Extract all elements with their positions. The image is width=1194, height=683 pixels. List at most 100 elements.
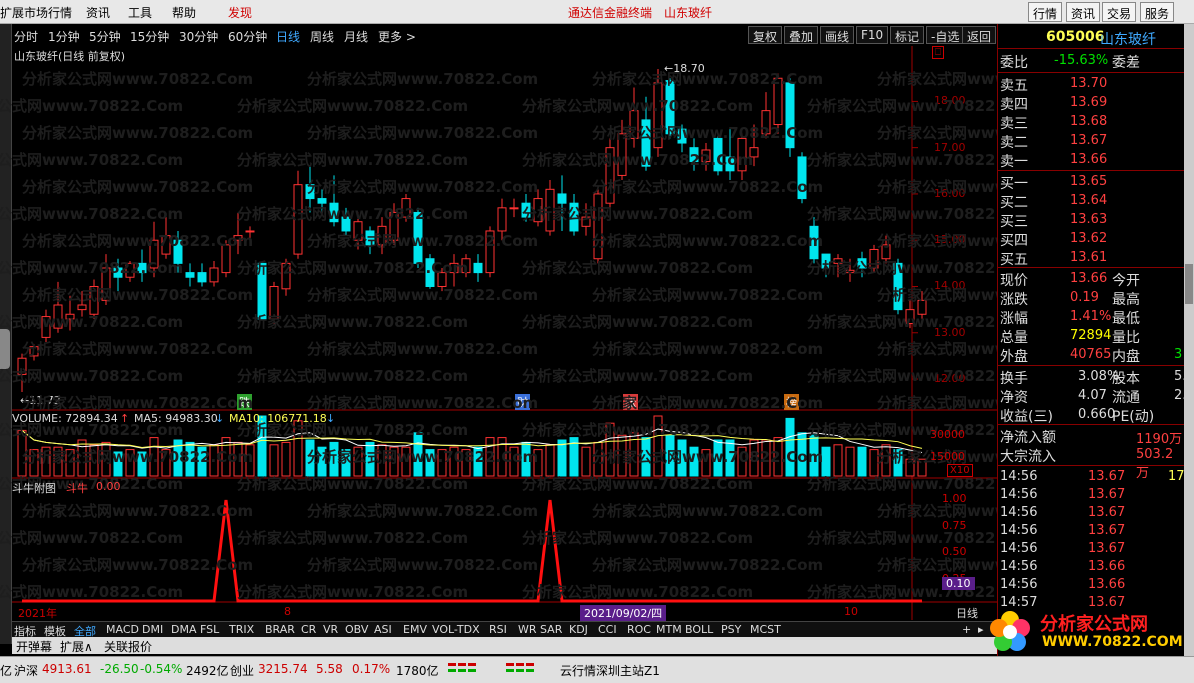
indicator-tab-mcst[interactable]: MCST — [750, 623, 781, 636]
watermark-text: 分析家公式网www.70822.Com — [22, 178, 254, 196]
stat-label-2: 今开 — [1112, 273, 1140, 289]
watermark-text: 分析家公式网www.70822.Com — [22, 556, 254, 574]
indicator-tab-boll[interactable]: BOLL — [685, 623, 713, 636]
period-tab-5min[interactable]: 5分钟 — [89, 28, 121, 45]
indicator-tab-rsi[interactable]: RSI — [489, 623, 507, 636]
bid-row: 买三 13.63 — [998, 211, 1185, 230]
bid-row: 买四 13.62 — [998, 230, 1185, 249]
indicator-tab-sar[interactable]: SAR — [540, 623, 562, 636]
index2-name[interactable]: 创业 — [230, 662, 254, 679]
mark-button[interactable]: 标记 — [890, 26, 925, 44]
adjust-button[interactable]: 复权 — [748, 26, 783, 44]
volume-bar — [821, 446, 831, 477]
stock-title-link[interactable]: 山东玻纤 — [664, 4, 712, 21]
period-tab-daily[interactable]: 日线 — [276, 28, 300, 45]
indicator-tab-macd[interactable]: MACD — [106, 623, 139, 636]
scrollbar-thumb[interactable] — [1185, 264, 1193, 304]
watermark-text: 分析家公式网www.70822.Com — [522, 421, 754, 439]
indicator-tab-roc[interactable]: ROC — [627, 623, 651, 636]
volume-tick-15000: 15000 — [930, 450, 965, 463]
ask-row: 卖二 13.67 — [998, 132, 1185, 151]
menu-item-help[interactable]: 帮助 — [172, 4, 196, 21]
indicator-tab-obv[interactable]: OBV — [345, 623, 368, 636]
panel-divider — [998, 365, 1185, 366]
indicator-add-icon[interactable]: + — [962, 623, 971, 636]
bid-label: 买一 — [1000, 176, 1028, 192]
menu-item-tools[interactable]: 工具 — [128, 4, 152, 21]
watermark-text: 分析家公式网www.70822.Com — [307, 448, 539, 466]
collapse-handle-icon[interactable] — [0, 329, 10, 369]
trade-button[interactable]: 交易 — [1102, 2, 1137, 22]
indicator-tab-cci[interactable]: CCI — [598, 623, 617, 636]
news-button[interactable]: 资讯 — [1066, 2, 1101, 22]
status-lead: 亿 — [0, 664, 13, 678]
menu-item-market[interactable]: 扩展市场行情 — [0, 4, 72, 21]
panel-divider — [998, 267, 1185, 268]
indicator-tab-emv[interactable]: EMV — [403, 623, 427, 636]
menu-item-discover[interactable]: 发现 — [228, 4, 252, 21]
indicator-tab-brar[interactable]: BRAR — [265, 623, 295, 636]
volume-bar — [581, 446, 591, 477]
indicator-tick-075: 0.75 — [942, 519, 967, 532]
indicator-tab-dmi[interactable]: DMI — [142, 623, 163, 636]
period-tab-monthly[interactable]: 月线 — [344, 28, 368, 45]
watermark-text: 分析家公式网www.70822.Com — [22, 394, 254, 412]
period-tab-more[interactable]: 更多 > — [378, 28, 416, 45]
scrollbar[interactable] — [1184, 24, 1194, 656]
service-button[interactable]: 服务 — [1140, 2, 1175, 22]
watermark-text: 分析家公式网www.70822.Com — [0, 529, 184, 547]
watermark-text: 分析家公式网www.70822.Com — [592, 232, 824, 250]
indicator-tab-asi[interactable]: ASI — [374, 623, 392, 636]
f10-button[interactable]: F10 — [856, 26, 889, 44]
watermark-text: 分析家公式网www.70822.Com — [522, 259, 754, 277]
chart-area[interactable]: 山东玻纤(日线 前复权) ←18.70 ←11.72 ⎕ 18.00 17.00 1… — [0, 46, 1108, 621]
watermark-text: 分析家公式网www.70822.Com — [237, 205, 469, 223]
period-tab-60min[interactable]: 60分钟 — [228, 28, 267, 45]
danmaku-tab[interactable]: 开弹幕 — [16, 638, 52, 655]
chart-corner-marker: ⎕ — [932, 46, 944, 59]
extend-tab[interactable]: 扩展∧ — [60, 638, 93, 655]
terminal-title-link[interactable]: 通达信金融终端 — [568, 4, 652, 21]
watchlist-button[interactable]: -自选 — [926, 26, 965, 44]
flow-label: 净流入额 — [1000, 430, 1056, 446]
period-tab-30min[interactable]: 30分钟 — [179, 28, 218, 45]
bid-price: 13.65 — [1070, 174, 1108, 189]
draw-line-button[interactable]: 画线 — [820, 26, 855, 44]
quote-button[interactable]: 行情 — [1028, 2, 1063, 22]
index1-name[interactable]: 沪深 — [14, 662, 38, 679]
indicator-tab-vr[interactable]: VR — [323, 623, 338, 636]
indicator-tab-trix[interactable]: TRIX — [229, 623, 254, 636]
indicator-tab-cr[interactable]: CR — [301, 623, 316, 636]
indicator-tab-wr[interactable]: WR — [518, 623, 537, 636]
watermark-text: 分析家公式网www.70822.Com — [237, 583, 469, 601]
indicator-tab-fsl[interactable]: FSL — [200, 623, 219, 636]
bid-price: 13.61 — [1070, 250, 1108, 265]
period-tab-weekly[interactable]: 周线 — [310, 28, 334, 45]
indicator-tab-vol-tdx[interactable]: VOL-TDX — [432, 623, 480, 636]
period-tab-1min[interactable]: 1分钟 — [48, 28, 80, 45]
period-tab-intraday[interactable]: 分时 — [14, 28, 38, 45]
period-tab-15min[interactable]: 15分钟 — [130, 28, 169, 45]
bottom-tab-bar: 开弹幕 扩展∧ 关联报价 — [12, 637, 997, 654]
indicator-tab-psy[interactable]: PSY — [721, 623, 741, 636]
weicha-label: 委差 — [1112, 55, 1140, 71]
fin-label: 净资 — [1000, 390, 1028, 406]
left-panel-handle[interactable] — [0, 24, 12, 644]
watermark-text: 分析家公式网www.70822.Com — [237, 313, 469, 331]
indicator-tab-kdj[interactable]: KDJ — [569, 623, 588, 636]
menu-item-news[interactable]: 资讯 — [86, 4, 110, 21]
ask-price: 13.67 — [1070, 133, 1108, 148]
indicator-tab-mtm[interactable]: MTM — [656, 623, 682, 636]
watermark-text: 分析家公式网www.70822.Com — [522, 205, 754, 223]
watermark-text: 分析家公式网www.70822.Com — [22, 70, 254, 88]
back-button[interactable]: 返回 — [962, 26, 996, 44]
candle-body — [197, 272, 207, 283]
related-quote-tab[interactable]: 关联报价 — [104, 638, 152, 655]
ask-row: 卖一 13.66 — [998, 151, 1185, 170]
server-name[interactable]: 云行情深圳主站Z1 — [560, 662, 660, 679]
bid-label: 买五 — [1000, 252, 1028, 268]
watermark-text: 分析家公式网www.70822.Com — [237, 367, 469, 385]
ask-label: 卖五 — [1000, 78, 1028, 94]
indicator-tab-dma[interactable]: DMA — [171, 623, 197, 636]
overlay-button[interactable]: 叠加 — [784, 26, 819, 44]
